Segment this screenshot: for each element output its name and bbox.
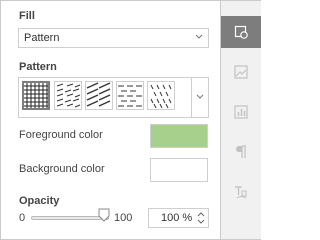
chart-settings-icon [234, 105, 248, 119]
wide-diagonal-pattern-icon[interactable] [85, 81, 113, 110]
image-settings-icon [234, 65, 248, 79]
opacity-max-label: 100 [114, 212, 133, 224]
shape-settings-tab[interactable] [221, 16, 261, 48]
chart-settings-tab[interactable] [221, 96, 261, 128]
shape-settings-icon [234, 25, 248, 39]
chevron-down-icon [196, 94, 204, 99]
pattern-dropdown-button[interactable] [191, 78, 208, 117]
fill-heading: Fill [19, 10, 35, 22]
opacity-slider-thumb[interactable] [98, 208, 110, 222]
opacity-heading: Opacity [19, 195, 60, 207]
fill-type-select[interactable]: Pattern [18, 28, 209, 48]
spinner-arrows-icon[interactable] [197, 211, 205, 225]
right-settings-toolbar [220, 1, 261, 239]
background-color-label: Background color [19, 163, 105, 175]
diagonal-dots-pattern-icon[interactable] [147, 81, 175, 110]
foreground-color-swatch[interactable] [150, 124, 208, 148]
paragraph-settings-icon [236, 145, 246, 158]
fill-type-value: Pattern [24, 32, 60, 44]
pattern-heading: Pattern [19, 61, 57, 73]
horizontal-dash-pattern-icon[interactable] [116, 81, 144, 110]
text-art-settings-tab[interactable] [221, 176, 261, 208]
chevron-down-icon [195, 34, 203, 39]
grid-pattern-icon[interactable] [22, 81, 50, 110]
shape-settings-panel: Fill Pattern Pattern Foreground color Ba… [1, 1, 219, 239]
opacity-min-label: 0 [19, 212, 26, 224]
opacity-value: 100 % [161, 212, 193, 224]
settings-window: Fill Pattern Pattern Foreground color Ba… [0, 0, 261, 240]
text-art-settings-icon [235, 186, 247, 199]
foreground-color-label: Foreground color [19, 129, 103, 141]
image-settings-tab[interactable] [221, 56, 261, 88]
pattern-picker [18, 77, 209, 118]
diagonal-dash-pattern-icon[interactable] [54, 81, 82, 110]
paragraph-settings-tab[interactable] [221, 136, 261, 168]
opacity-spinner[interactable]: 100 % [148, 208, 209, 228]
background-color-swatch[interactable] [150, 158, 208, 182]
